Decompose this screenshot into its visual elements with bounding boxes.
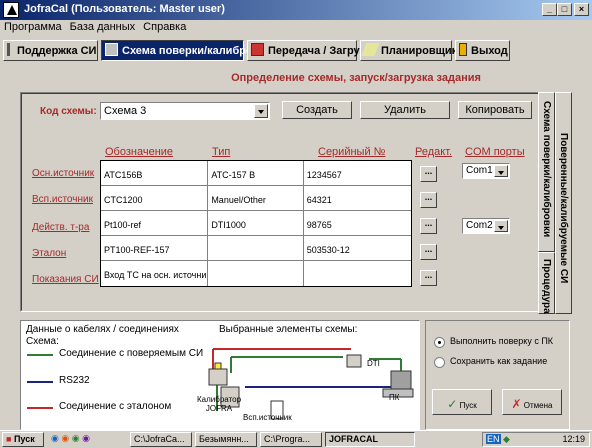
- menu-database[interactable]: База данных: [66, 20, 140, 34]
- scheme-code-label: Код схемы:: [40, 106, 97, 117]
- column-serial: Серийный №: [318, 146, 386, 158]
- side-tab-procedure[interactable]: Процедура: [538, 252, 555, 314]
- instruments-table: ATC156B ATC-157 B 1234567 CTC1200 Manuel…: [100, 160, 412, 287]
- column-type: Тип: [212, 146, 231, 158]
- table-row: CTC1200 Manuel/Other 64321: [101, 186, 411, 211]
- chevron-down-icon[interactable]: [494, 165, 508, 177]
- maximize-button[interactable]: □: [557, 3, 572, 16]
- column-designation: Обозначение: [105, 146, 174, 158]
- legend-line-calibrated: [27, 354, 53, 356]
- tab-exit[interactable]: Выход: [455, 40, 510, 61]
- close-icon: ✗: [511, 397, 522, 411]
- options-panel: Выполнить поверку с ПК Сохранить как зад…: [425, 320, 570, 430]
- edit-button-row-3[interactable]: ...: [420, 218, 437, 234]
- selected-elements-title: Выбранные элементы схемы:: [219, 324, 358, 335]
- legend-rs232: RS232: [59, 375, 90, 386]
- start-menu-button[interactable]: ■ Пуск: [2, 432, 44, 447]
- legend-line-reference: [27, 407, 53, 409]
- aux-source-label: Всп.источник: [243, 413, 292, 422]
- taskbar-item[interactable]: C:\JofraCa...: [130, 432, 192, 447]
- menu-bar: Программа База данных Справка: [0, 20, 592, 36]
- clock: 12:19: [562, 434, 585, 444]
- pc-label: ПК: [389, 393, 400, 402]
- com-port-select-actual[interactable]: Com2: [462, 218, 510, 234]
- copy-button[interactable]: Копировать: [458, 101, 532, 119]
- taskbar-item-active[interactable]: JOFRACAL: [325, 432, 415, 447]
- media-icon[interactable]: ◉: [82, 433, 90, 443]
- desktop-icon[interactable]: ◉: [72, 433, 80, 443]
- legend-calibrated: Соединение с поверяемым СИ: [59, 348, 204, 359]
- scheme-code-select[interactable]: Схема 3: [100, 102, 270, 120]
- table-row: Pt100-ref DTI1000 98765: [101, 211, 411, 236]
- thermometer-icon: [7, 43, 13, 56]
- save-task-label[interactable]: Сохранить как задание: [450, 356, 547, 366]
- cables-panel: Данные о кабелях / соединениях Схема: Со…: [20, 320, 420, 430]
- tab-transfer-upload[interactable]: Передача / Загрузка: [247, 40, 377, 61]
- language-indicator[interactable]: EN: [486, 434, 501, 444]
- page-heading: Определение схемы, запуск/загрузка задан…: [231, 72, 481, 84]
- transfer-icon: [251, 43, 264, 56]
- chevron-down-icon[interactable]: [254, 104, 268, 118]
- scheme-icon: [105, 43, 118, 56]
- cables-title: Данные о кабелях / соединениях: [26, 324, 179, 335]
- start-button[interactable]: ✓ Пуск: [432, 389, 492, 415]
- windows-taskbar: ■ Пуск ◉ ◉ ◉ ◉ C:\JofraCa... Безымянн...…: [0, 430, 592, 448]
- legend-reference: Соединение с эталоном: [59, 401, 172, 412]
- menu-help[interactable]: Справка: [139, 20, 190, 34]
- quick-launch: ◉ ◉ ◉ ◉: [48, 432, 126, 447]
- side-tab-calibrated-instruments[interactable]: Поверенные/калибруемые СИ: [555, 92, 572, 314]
- scheduler-icon: [361, 43, 380, 56]
- dti-label: DTI: [367, 359, 380, 368]
- row-label-reference[interactable]: Эталон: [32, 248, 66, 259]
- minimize-button[interactable]: _: [542, 3, 557, 16]
- outlook-icon[interactable]: ◉: [61, 433, 69, 443]
- run-calibration-radio[interactable]: [434, 337, 445, 348]
- delete-button[interactable]: Удалить: [360, 101, 450, 119]
- dti-icon: [346, 354, 362, 368]
- column-edit: Редакт.: [415, 146, 453, 158]
- com-port-select-main[interactable]: Com1: [462, 163, 510, 179]
- pc-icon: [390, 370, 412, 390]
- edit-button-row-1[interactable]: ...: [420, 166, 437, 182]
- column-com-ports: COM порты: [465, 146, 525, 158]
- side-tab-scheme[interactable]: Схема поверки/калибровки: [538, 92, 555, 252]
- row-label-instrument-readings[interactable]: Показания СИ: [32, 274, 99, 285]
- legend-line-rs232: [27, 381, 53, 383]
- table-row: PT100-REF-157 503530-12: [101, 236, 411, 261]
- table-row: Вход ТС на осн. источнике: [101, 261, 411, 286]
- calibrator-label: Калибратор JOFRA: [197, 395, 242, 413]
- title-bar: JofraCal (Пользователь: Master user) _ □…: [0, 0, 592, 20]
- taskbar-item[interactable]: Безымянн...: [195, 432, 257, 447]
- main-toolbar: Поддержка СИ Схема поверки/калибровки Пе…: [0, 38, 592, 62]
- edit-button-row-4[interactable]: ...: [420, 244, 437, 260]
- system-tray: EN ◆ 12:19: [482, 432, 590, 447]
- scheme-label: Схема:: [26, 336, 59, 347]
- checkmark-icon: ✓: [447, 397, 458, 411]
- edit-button-row-5[interactable]: ...: [420, 270, 437, 286]
- run-calibration-label[interactable]: Выполнить поверку с ПК: [450, 336, 553, 346]
- probe-icon: [208, 368, 228, 386]
- close-button[interactable]: ×: [574, 3, 589, 16]
- taskbar-item[interactable]: C:\Progra...: [260, 432, 322, 447]
- windows-logo-icon: ■: [6, 434, 12, 444]
- save-task-radio[interactable]: [434, 357, 445, 368]
- jofra-app-icon: [3, 2, 19, 18]
- menu-program[interactable]: Программа: [0, 20, 66, 34]
- row-label-aux-source[interactable]: Всп.источник: [32, 194, 93, 205]
- ie-icon[interactable]: ◉: [51, 433, 59, 443]
- cancel-button[interactable]: ✗ Отмена: [502, 389, 562, 415]
- tab-calibration-scheme[interactable]: Схема поверки/калибровки: [101, 40, 272, 61]
- row-label-actual-temp[interactable]: Действ. т-ра: [32, 222, 89, 233]
- window-title: JofraCal (Пользователь: Master user): [24, 3, 225, 15]
- network-icon: ◆: [503, 434, 510, 444]
- tab-scheduler[interactable]: Планировщик: [360, 40, 457, 61]
- exit-door-icon: [459, 43, 467, 56]
- chevron-down-icon[interactable]: [494, 220, 508, 232]
- create-button[interactable]: Создать: [282, 101, 352, 119]
- table-row: ATC156B ATC-157 B 1234567: [101, 161, 411, 186]
- row-label-main-source[interactable]: Осн.источник: [32, 168, 94, 179]
- tab-instrument-support[interactable]: Поддержка СИ: [3, 40, 98, 61]
- connection-diagram: [208, 348, 414, 420]
- edit-button-row-2[interactable]: ...: [420, 192, 437, 208]
